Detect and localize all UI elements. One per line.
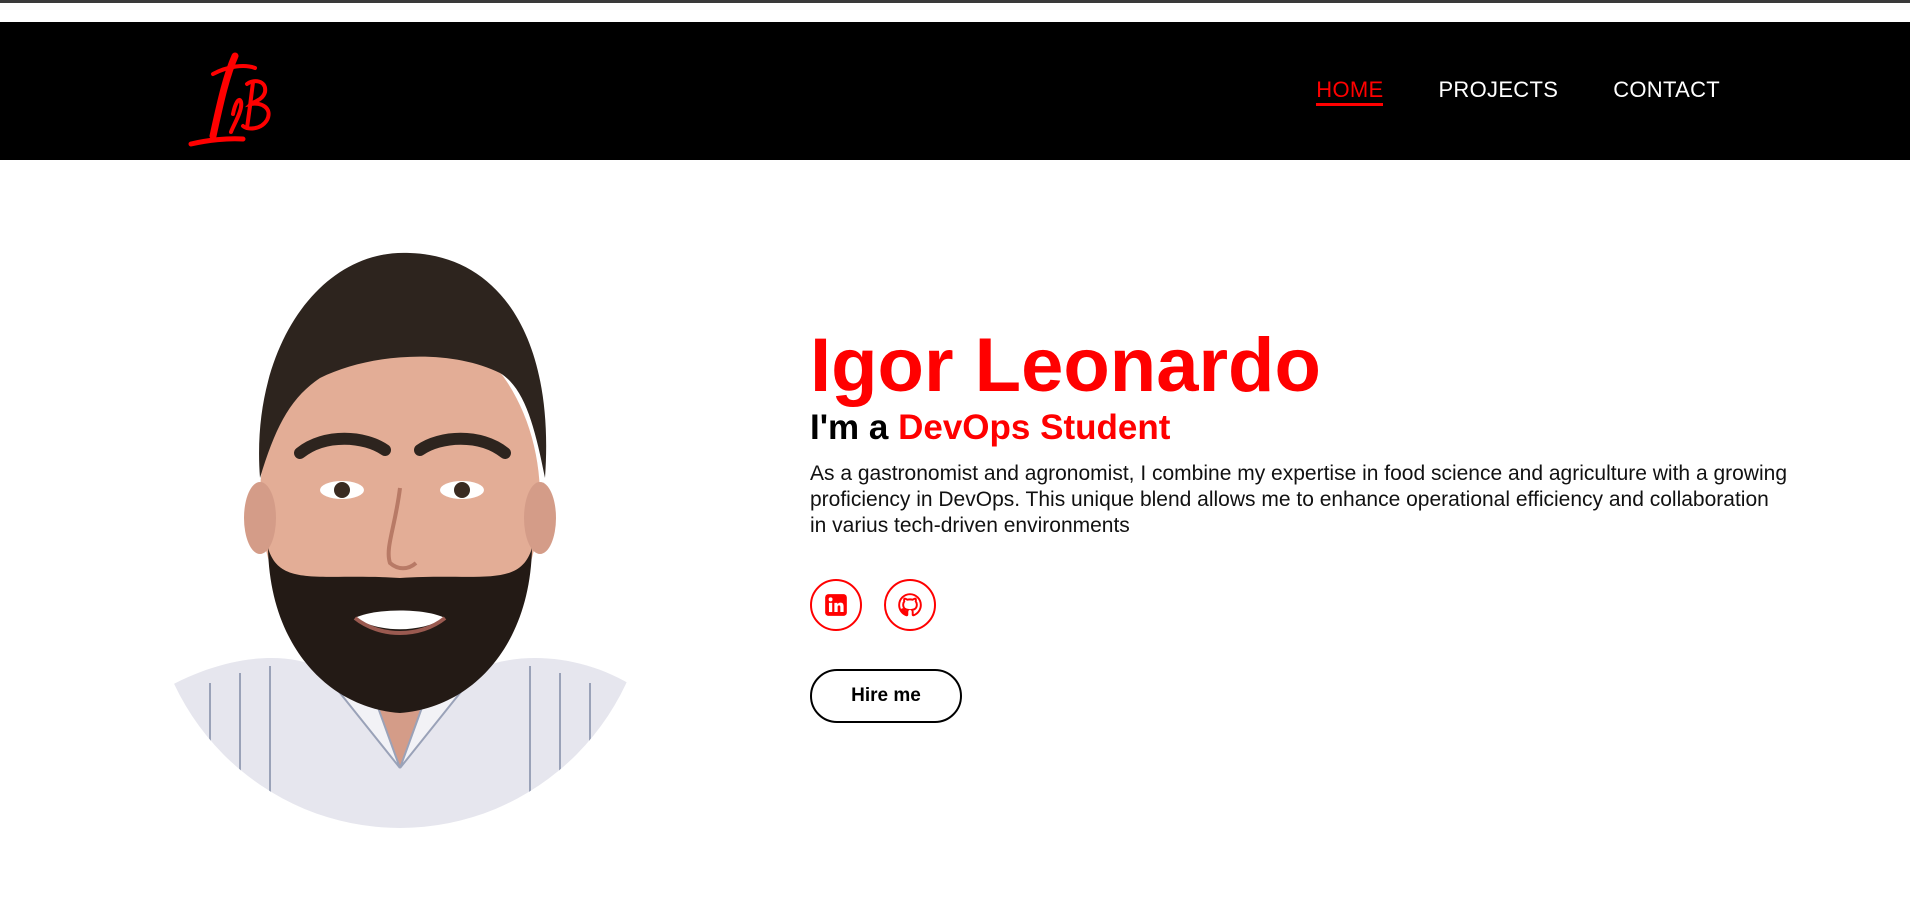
main-nav: HOME PROJECTS CONTACT xyxy=(1316,22,1720,160)
social-links xyxy=(810,579,1790,631)
github-icon xyxy=(898,593,922,617)
logo-signature-icon xyxy=(188,52,271,147)
top-border-line xyxy=(0,0,1910,3)
role-highlight: DevOps Student xyxy=(898,408,1171,447)
nav-home-link[interactable]: HOME xyxy=(1316,77,1384,106)
site-logo[interactable] xyxy=(183,44,283,154)
nav-projects-link[interactable]: PROJECTS xyxy=(1438,77,1558,105)
hero-content: Igor Leonardo I'm a DevOps Student As a … xyxy=(810,325,1790,723)
profile-photo xyxy=(150,228,650,828)
linkedin-link[interactable] xyxy=(810,579,862,631)
nav-contact-link[interactable]: CONTACT xyxy=(1613,77,1720,105)
linkedin-icon xyxy=(825,594,847,616)
profile-portrait-image xyxy=(150,228,650,828)
hero-bio: As a gastronomist and agronomist, I comb… xyxy=(810,462,1787,537)
github-link[interactable] xyxy=(884,579,936,631)
role-prefix: I'm a xyxy=(810,408,889,447)
hero-name: Igor Leonardo xyxy=(810,323,1321,408)
hero-role: I'm a DevOps Student xyxy=(810,407,1790,449)
site-header: HOME PROJECTS CONTACT xyxy=(0,22,1910,160)
hire-me-button[interactable]: Hire me xyxy=(810,669,962,723)
